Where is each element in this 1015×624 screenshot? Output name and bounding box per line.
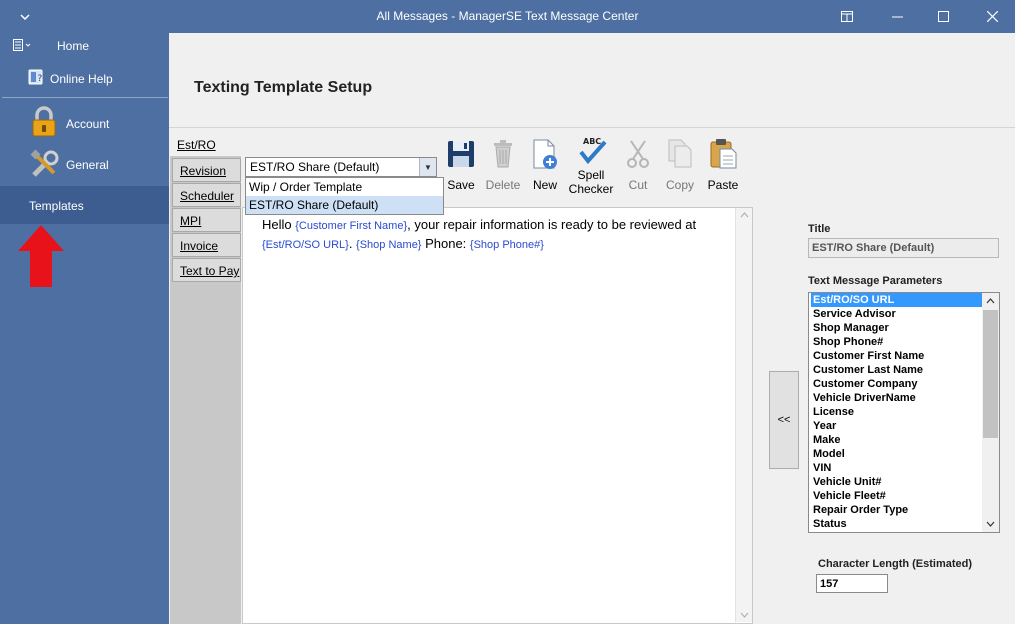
chevron-down-icon[interactable]: ▼ (419, 158, 436, 176)
title-bar: All Messages - ManagerSE Text Message Ce… (0, 0, 1015, 33)
new-label: New (532, 178, 557, 192)
list-item[interactable]: Customer Last Name (811, 363, 982, 377)
paste-button[interactable]: Paste (706, 137, 740, 192)
save-label: Save (447, 178, 475, 192)
chevron-down-icon[interactable] (986, 521, 995, 527)
tab-scheduler[interactable]: Scheduler (172, 183, 241, 207)
tools-icon (30, 149, 59, 177)
title-label: Title (808, 223, 831, 235)
list-item[interactable]: Customer Company (811, 377, 982, 391)
cut-button[interactable]: Cut (623, 137, 653, 192)
tab-mpi[interactable]: MPI (172, 208, 241, 232)
editor-scrollbar[interactable] (735, 208, 752, 622)
tab-invoice[interactable]: Invoice (172, 233, 241, 257)
header-divider (169, 127, 1015, 128)
sidebar-item-label: Templates (29, 199, 84, 213)
paste-label: Paste (707, 178, 739, 192)
cut-label: Cut (628, 178, 648, 192)
delete-button[interactable]: Delete (484, 137, 522, 192)
padlock-icon (32, 106, 56, 137)
list-item[interactable]: VIN (811, 461, 982, 475)
page-title: Texting Template Setup (194, 79, 373, 96)
sidebar-divider (2, 97, 168, 98)
param-token: {Customer First Name} (295, 220, 408, 232)
home-menu[interactable]: Home (0, 33, 169, 58)
floppy-disk-icon (448, 141, 474, 167)
list-item[interactable]: Shop Manager (811, 321, 982, 335)
param-token: {Shop Name} (356, 239, 422, 251)
param-token: {Shop Phone#} (469, 239, 544, 251)
maximize-button[interactable] (920, 0, 966, 33)
parameters-label: Text Message Parameters (808, 275, 943, 287)
char-length-field: 157 (816, 574, 888, 593)
trash-icon (494, 140, 512, 168)
insert-parameter-button[interactable]: << (769, 371, 799, 469)
online-help-label: Online Help (50, 72, 113, 86)
copy-icon (668, 139, 692, 168)
list-item[interactable]: Vehicle DriverName (811, 391, 982, 405)
svg-text:?: ? (38, 74, 43, 84)
title-field[interactable]: EST/RO Share (Default) (808, 238, 999, 258)
message-editor[interactable]: Hello {Customer First Name}, your repair… (242, 207, 753, 624)
sidebar-item-templates[interactable]: Templates (0, 186, 169, 224)
spell-checker-label: Spell Checker (568, 168, 614, 196)
red-arrow-icon (18, 225, 64, 287)
dropdown-option-selected[interactable]: EST/RO Share (Default) (246, 196, 443, 214)
list-item[interactable]: Service Advisor (811, 307, 982, 321)
tab-revision[interactable]: Revision (172, 158, 241, 182)
parameters-list[interactable]: Est/RO/SO URL Service Advisor Shop Manag… (808, 292, 1000, 533)
close-button[interactable] (969, 0, 1015, 33)
copy-button[interactable]: Copy (664, 137, 696, 192)
param-token: {Est/RO/SO URL} (262, 239, 349, 251)
home-label: Home (57, 39, 90, 53)
sidebar-item-label: General (66, 158, 109, 172)
sidebar-item-account[interactable]: Account (0, 103, 169, 143)
save-button[interactable]: Save (446, 137, 476, 192)
list-item[interactable]: Repair Order Type (811, 503, 982, 517)
list-item[interactable]: Shop Phone# (811, 335, 982, 349)
char-length-label: Character Length (Estimated) (818, 558, 973, 570)
copy-label: Copy (665, 178, 694, 192)
list-item[interactable]: Make (811, 433, 982, 447)
section-label: Est/RO (177, 138, 216, 152)
list-item[interactable]: License (811, 405, 982, 419)
spell-check-icon: ABC (579, 137, 607, 165)
template-dropdown-list: Wip / Order Template EST/RO Share (Defau… (245, 177, 444, 215)
clipboard-paste-icon (710, 139, 737, 169)
message-body[interactable]: Hello {Customer First Name}, your repair… (262, 216, 737, 254)
sidebar-item-general[interactable]: General (0, 146, 169, 186)
list-item[interactable]: Status (811, 517, 982, 531)
scissors-icon (627, 140, 649, 168)
menu-icon (13, 39, 31, 51)
minimize-button[interactable] (874, 0, 920, 33)
dropdown-option[interactable]: Wip / Order Template (246, 178, 443, 196)
sidebar-item-label: Account (66, 117, 110, 131)
help-book-icon: ? (28, 69, 43, 85)
sidebar: Home ? Online Help Account General Templ… (0, 33, 169, 624)
list-item[interactable]: Vehicle Unit# (811, 475, 982, 489)
online-help-link[interactable]: ? Online Help (0, 68, 169, 90)
list-item[interactable]: Est/RO/SO URL (811, 293, 982, 307)
list-item[interactable]: Customer First Name (811, 349, 982, 363)
list-item[interactable]: Year (811, 419, 982, 433)
parameters-scrollbar[interactable] (982, 293, 999, 532)
spell-checker-button[interactable]: ABC Spell Checker (568, 134, 614, 196)
chevron-up-icon[interactable] (986, 298, 995, 304)
new-button[interactable]: New (530, 137, 560, 192)
new-document-icon (533, 139, 557, 169)
delete-label: Delete (485, 178, 521, 192)
tab-text-to-pay[interactable]: Text to Pay (172, 258, 241, 282)
template-select[interactable]: EST/RO Share (Default) (245, 157, 437, 177)
restore-layout-button[interactable] (824, 0, 870, 33)
svg-text:ABC: ABC (583, 137, 601, 146)
scrollbar-thumb[interactable] (983, 310, 998, 438)
list-item[interactable]: Model (811, 447, 982, 461)
list-item[interactable]: Vehicle Fleet# (811, 489, 982, 503)
